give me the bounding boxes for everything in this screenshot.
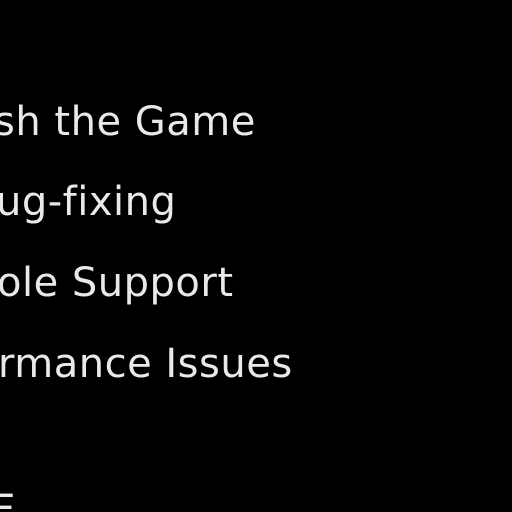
list-item: F bbox=[0, 487, 16, 512]
list-item: ole Support bbox=[0, 260, 234, 306]
document-viewport: sh the Game ug-fixing ole Support rmance… bbox=[0, 0, 512, 512]
list-item: ug-fixing bbox=[0, 179, 177, 225]
list-item: rmance Issues bbox=[0, 341, 293, 387]
list-item: sh the Game bbox=[0, 99, 256, 145]
